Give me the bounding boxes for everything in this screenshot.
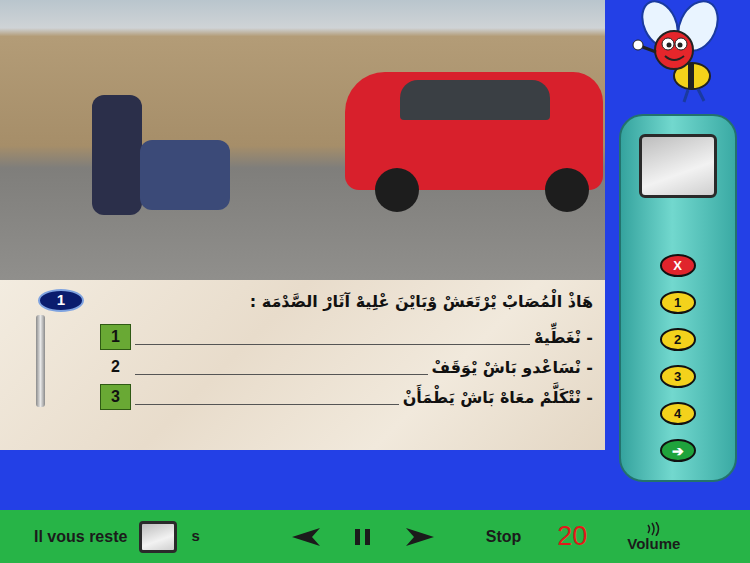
helper-figure (92, 95, 142, 215)
number-button[interactable]: 4 (660, 402, 696, 425)
previous-arrow-icon[interactable] (292, 528, 320, 546)
bee-mascot-icon (618, 0, 738, 108)
right-panel: X 1 2 3 4 ➔ (605, 0, 750, 510)
number-button[interactable]: 2 (660, 328, 696, 351)
left-column: 1 هَاذْ الْمُصَابْ يْرْتَعَشْ وْبَايْنَ … (0, 0, 605, 510)
answer-leader-line (135, 374, 428, 375)
cancel-button[interactable]: X (660, 254, 696, 277)
bottom-bar: Il vous reste s Stop 20 Volume (0, 510, 750, 563)
volume-control[interactable]: Volume (627, 522, 680, 551)
answer-text: - نْغَطِّيهْ (534, 326, 593, 350)
number-button[interactable]: 1 (660, 291, 696, 314)
remote-buttons: X 1 2 3 4 ➔ (660, 254, 696, 462)
question-index: 1 (0, 280, 100, 450)
pause-icon[interactable] (354, 528, 372, 546)
answer-text: - نْتْكَلَّمْ معَاهْ بَاشْ يَطْمَأَنْ (403, 386, 593, 410)
confirm-button[interactable]: ➔ (660, 439, 696, 462)
answer-number[interactable]: 2 (100, 354, 131, 380)
question-body: هَاذْ الْمُصَابْ يْرْتَعَشْ وْبَايْنَ عْ… (100, 280, 605, 450)
progress-track (36, 315, 45, 407)
victim-figure (140, 140, 230, 210)
answer-number[interactable]: 1 (100, 324, 131, 350)
number-button[interactable]: 3 (660, 365, 696, 388)
answer-text: - نْسَاعْدو بَاشْ يْوَقَفْ (432, 356, 593, 380)
answer-number[interactable]: 3 (100, 384, 131, 410)
car-window (400, 80, 550, 120)
volume-label: Volume (627, 536, 680, 551)
scene-photo (0, 0, 605, 280)
car-wheel (545, 168, 589, 212)
quiz-app: 1 هَاذْ الْمُصَابْ يْرْتَعَشْ وْبَايْنَ … (0, 0, 750, 563)
question-number-badge: 1 (38, 289, 84, 312)
answer-row[interactable]: - نْتْكَلَّمْ معَاهْ بَاشْ يَطْمَأَنْ 3 (100, 380, 593, 410)
stop-button[interactable]: Stop (486, 525, 522, 549)
question-counter: 20 (557, 516, 587, 557)
time-unit: s (191, 525, 199, 548)
time-label: Il vous reste (34, 525, 127, 549)
answer-row[interactable]: - نْغَطِّيهْ 1 (100, 320, 593, 350)
question-panel: 1 هَاذْ الْمُصَابْ يْرْتَعَشْ وْبَايْنَ … (0, 280, 605, 450)
question-text: هَاذْ الْمُصَابْ يْرْتَعَشْ وْبَايْنَ عْ… (100, 290, 593, 314)
answer-leader-line (135, 344, 530, 345)
blue-strip (0, 450, 605, 510)
car-wheel (375, 168, 419, 212)
speaker-icon (642, 522, 666, 536)
remote-screen (639, 134, 717, 198)
next-arrow-icon[interactable] (406, 528, 434, 546)
remote-control: X 1 2 3 4 ➔ (619, 114, 737, 482)
time-display (139, 521, 177, 553)
main-area: 1 هَاذْ الْمُصَابْ يْرْتَعَشْ وْبَايْنَ … (0, 0, 750, 510)
answer-row[interactable]: - نْسَاعْدو بَاشْ يْوَقَفْ 2 (100, 350, 593, 380)
answer-leader-line (135, 404, 399, 405)
